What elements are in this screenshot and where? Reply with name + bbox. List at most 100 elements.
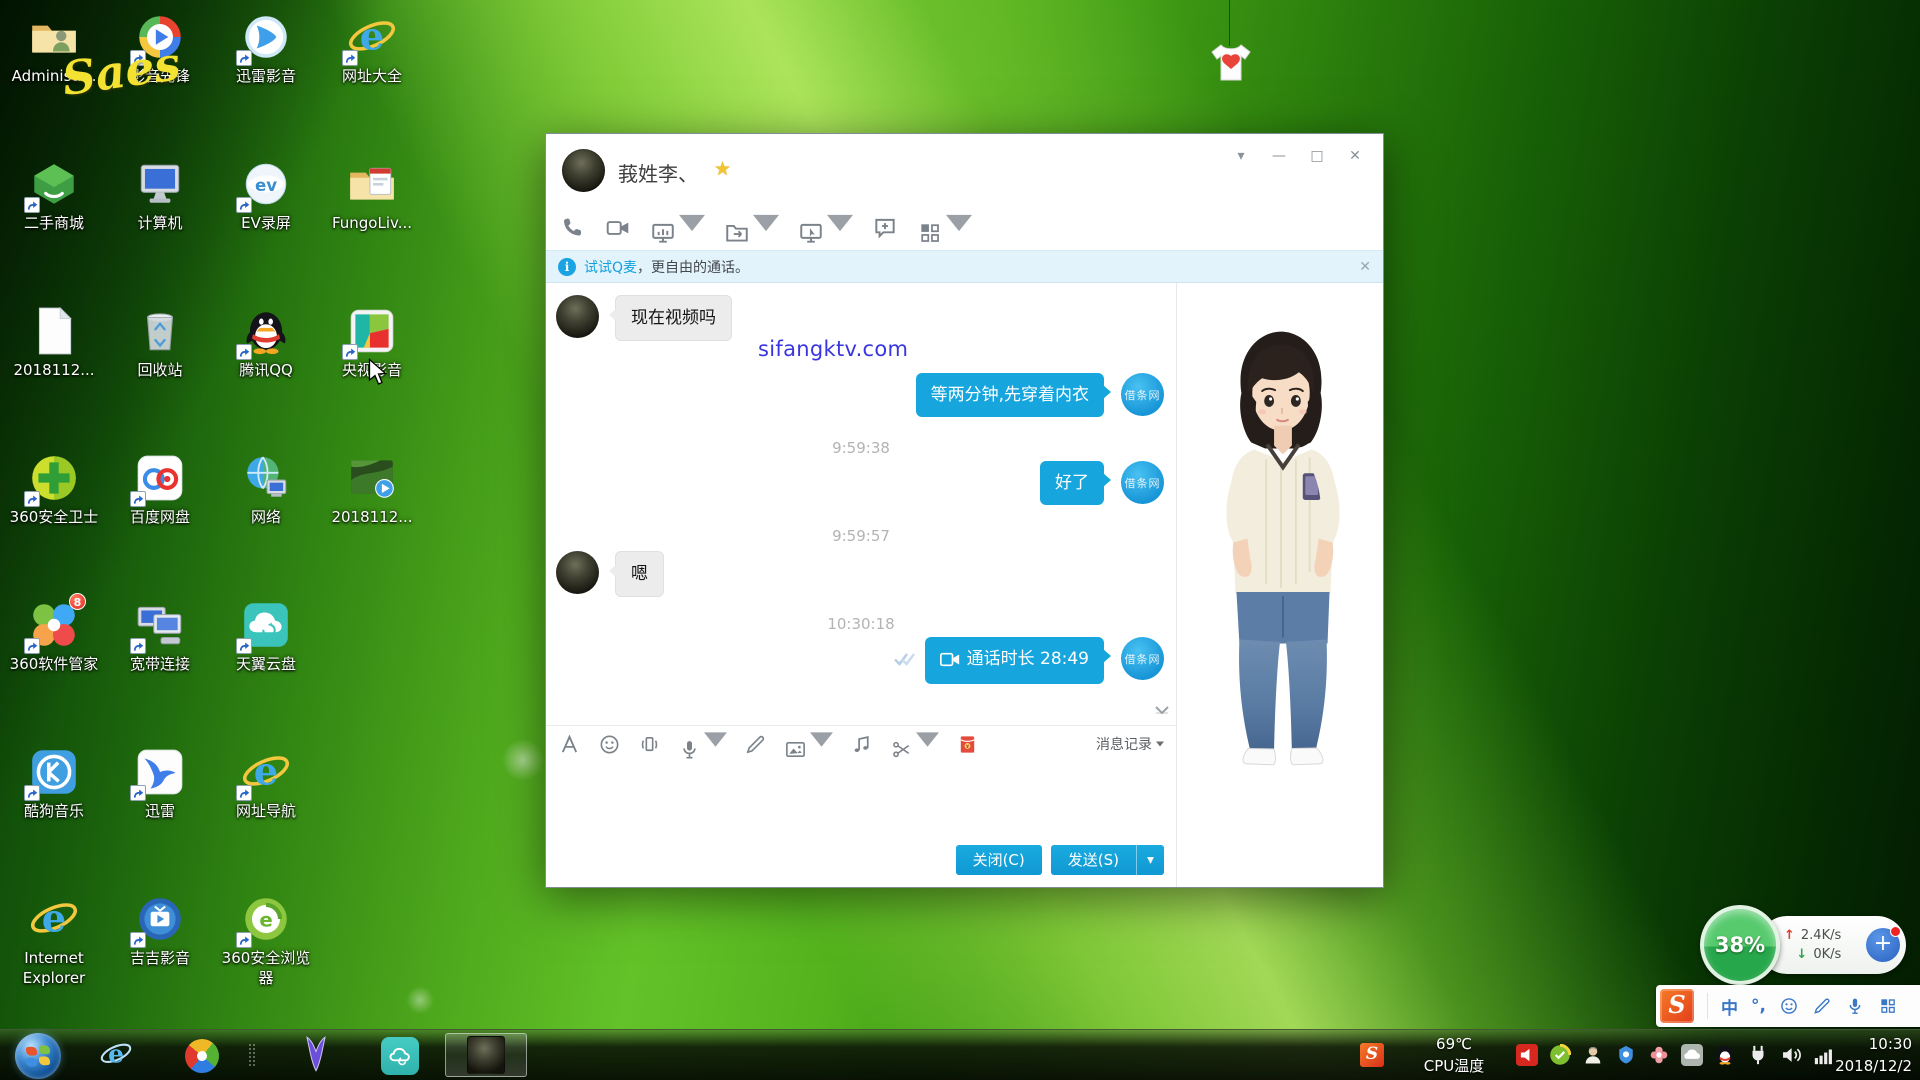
- desktop-icon-tianyi[interactable]: 天翼云盘: [216, 598, 316, 675]
- sogou-logo-icon[interactable]: S: [1660, 989, 1694, 1023]
- desktop-icon-shield-360[interactable]: 360安全卫士: [4, 451, 104, 528]
- watermark-url: sifangktv.com: [758, 337, 1176, 361]
- apps-icon[interactable]: [917, 210, 972, 246]
- screenshot-icon[interactable]: [890, 728, 939, 761]
- taskbar-ie-icon[interactable]: e: [86, 1030, 146, 1080]
- desktop-icon-ie[interactable]: eInternet Explorer: [4, 892, 104, 988]
- favorite-star-icon[interactable]: ★: [714, 158, 731, 180]
- image-icon[interactable]: [784, 728, 833, 761]
- cpu-temp-widget[interactable]: 69℃ CPU温度: [1404, 1034, 1504, 1078]
- send-file-icon[interactable]: [724, 210, 779, 246]
- close-button[interactable]: 关闭(C): [956, 845, 1042, 875]
- peer-avatar[interactable]: [562, 149, 605, 192]
- video-call-icon[interactable]: [605, 215, 631, 241]
- taskbar-active-chat-window[interactable]: [445, 1033, 527, 1077]
- font-icon[interactable]: [558, 733, 581, 756]
- power-plug-icon[interactable]: [1747, 1044, 1769, 1066]
- voice-message-icon[interactable]: [678, 728, 727, 761]
- desktop-icon-recycle[interactable]: 回收站: [110, 304, 210, 381]
- svg-text:e: e: [254, 749, 278, 794]
- desktop-icon-kugou[interactable]: 酷狗音乐: [4, 745, 104, 822]
- sogou-tray-icon[interactable]: S: [1360, 1043, 1384, 1067]
- taskbar-cloud-app-icon[interactable]: [370, 1030, 430, 1080]
- desktop-icon-dialup[interactable]: 宽带连接: [110, 598, 210, 675]
- new-chat-icon[interactable]: [872, 215, 898, 241]
- desktop-icon-xunlei[interactable]: 迅雷: [110, 745, 210, 822]
- desktop-icon-folder-app[interactable]: FungoLiv...: [322, 157, 422, 234]
- desktop-icon-document[interactable]: 2018112...: [4, 304, 104, 381]
- desktop-icon-user-folder[interactable]: Administr...: [4, 10, 104, 87]
- emoji-icon[interactable]: [598, 733, 621, 756]
- self-message-avatar[interactable]: 借条网: [1121, 637, 1164, 680]
- desktop-icon-jiji[interactable]: 吉吉影音: [110, 892, 210, 969]
- chinese-mode-icon[interactable]: 中: [1721, 994, 1738, 1019]
- desktop-icon-yyxf[interactable]: 影音先锋: [110, 10, 210, 87]
- call-bubble[interactable]: 通话时长 28:49: [925, 637, 1104, 684]
- remote-desktop-icon[interactable]: [798, 210, 853, 246]
- upload-speed: 2.4K/s: [1801, 926, 1841, 946]
- start-button[interactable]: [8, 1030, 68, 1080]
- titlebar[interactable]: 莪姓李、 ★ ▾—□✕: [546, 134, 1383, 206]
- voice-icon[interactable]: [1845, 996, 1865, 1016]
- desktop-icon-computer[interactable]: 计算机: [110, 157, 210, 234]
- desktop-icon-xlplay[interactable]: 迅雷影音: [216, 10, 316, 87]
- xlplay-icon: [239, 10, 293, 64]
- desktop-icon-soft-360[interactable]: 8360软件管家: [4, 598, 104, 675]
- cloud-drive-icon[interactable]: [1681, 1044, 1703, 1066]
- screen-share-icon[interactable]: [650, 210, 705, 246]
- voice-call-icon[interactable]: [560, 215, 586, 241]
- memory-percent-ball[interactable]: 38%: [1700, 905, 1780, 985]
- qq-tray-icon[interactable]: [1714, 1044, 1736, 1066]
- taskbar-clock[interactable]: 10:30 2018/12/2: [1835, 1034, 1912, 1078]
- desktop-icon-video[interactable]: 2018112...: [322, 451, 422, 528]
- announcement-icon[interactable]: [1516, 1044, 1538, 1066]
- desktop-icon-qq[interactable]: 腾讯QQ: [216, 304, 316, 381]
- handwriting-icon[interactable]: [1812, 996, 1832, 1016]
- desktop-icon-label: 天翼云盘: [216, 655, 316, 675]
- desktop-icon-label: 酷狗音乐: [4, 802, 104, 822]
- red-packet-icon[interactable]: [956, 733, 979, 756]
- accelerate-button[interactable]: +: [1866, 928, 1900, 962]
- self-message-avatar[interactable]: 借条网: [1121, 373, 1164, 416]
- desktop-icon-ev[interactable]: evEV录屏: [216, 157, 316, 234]
- emoji-icon[interactable]: [1779, 996, 1799, 1016]
- assistant-icon[interactable]: [1582, 1044, 1604, 1066]
- 360-safety-icon[interactable]: [1549, 1044, 1571, 1066]
- self-message-avatar[interactable]: 借条网: [1121, 461, 1164, 504]
- maximize-icon[interactable]: □: [1303, 144, 1331, 168]
- send-options-caret[interactable]: ▾: [1136, 845, 1164, 875]
- taskbar-browser-pinwheel-icon[interactable]: [172, 1030, 232, 1080]
- minimize-icon[interactable]: —: [1265, 144, 1293, 168]
- network-signal-icon[interactable]: [1813, 1044, 1835, 1066]
- shortcut-arrow-icon: [236, 932, 252, 948]
- toolbox-icon[interactable]: [1878, 996, 1898, 1016]
- desktop-icon-browser-360[interactable]: e360安全浏览器: [216, 892, 316, 988]
- flower-icon[interactable]: [1648, 1044, 1670, 1066]
- desktop-icon-green-box[interactable]: 二手商城: [4, 157, 104, 234]
- qmic-link[interactable]: 试试Q麦: [584, 257, 637, 277]
- volume-icon[interactable]: [1780, 1044, 1802, 1066]
- message-history-button[interactable]: 消息记录: [1096, 734, 1164, 754]
- outgoing-message: 等两分钟,先穿着内衣借条网: [546, 373, 1176, 417]
- message-input[interactable]: [546, 762, 1176, 832]
- desktop-icon-baidupan[interactable]: 百度网盘: [110, 451, 210, 528]
- taskbar-purple-app-icon[interactable]: [286, 1030, 346, 1080]
- handwriting-icon[interactable]: [744, 733, 767, 756]
- desktop-icon-network[interactable]: 网络: [216, 451, 316, 528]
- punctuation-icon[interactable]: °,: [1751, 996, 1766, 1016]
- scroll-down-icon[interactable]: [1154, 702, 1170, 721]
- window-shake-icon[interactable]: [638, 733, 661, 756]
- desktop-icon-ie[interactable]: e 网址导航: [216, 745, 316, 822]
- desktop-icon-ie[interactable]: e网址大全: [322, 10, 422, 87]
- music-icon[interactable]: [850, 733, 873, 756]
- send-button[interactable]: 发送(S): [1051, 845, 1136, 875]
- desktop-icon-label: 网址导航: [216, 802, 316, 822]
- peer-message-avatar[interactable]: [556, 551, 599, 594]
- window-dropdown-icon[interactable]: ▾: [1227, 144, 1255, 168]
- driver-icon[interactable]: [1615, 1044, 1637, 1066]
- notify-close-icon[interactable]: ✕: [1359, 259, 1371, 275]
- desktop-icon-label: 腾讯QQ: [216, 361, 316, 381]
- close-icon[interactable]: ✕: [1341, 144, 1369, 168]
- peer-message-avatar[interactable]: [556, 295, 599, 338]
- ie-icon: e: [345, 10, 399, 64]
